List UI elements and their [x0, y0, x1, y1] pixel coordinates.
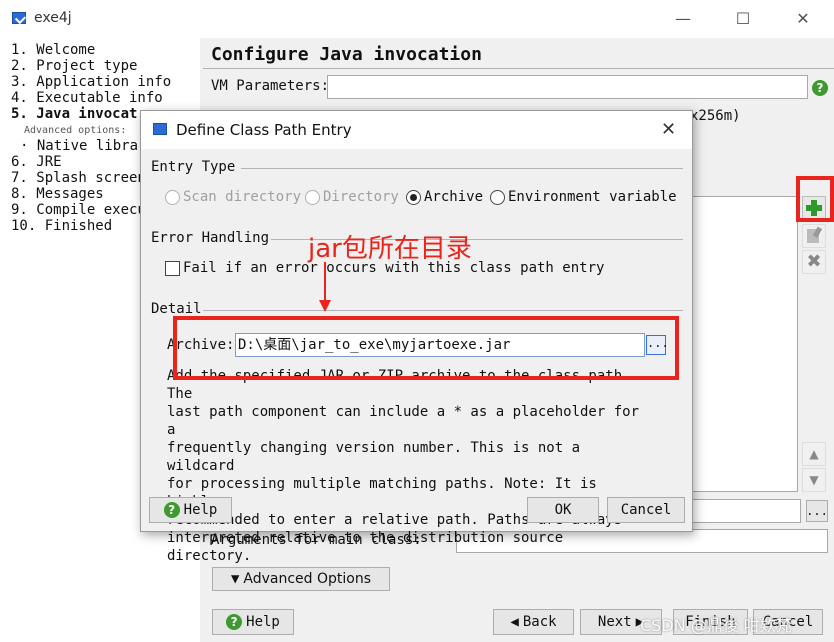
vm-parameters-hint: x256m) — [690, 108, 741, 124]
step-messages[interactable]: 8. Messages — [11, 186, 104, 202]
advanced-options-heading: Advanced options: — [24, 125, 127, 136]
annotation-arrow-icon — [319, 262, 331, 312]
radio-directory: Directory — [305, 189, 399, 205]
radio-scan-directory: Scan directory — [165, 189, 301, 205]
remove-entry-button[interactable]: ✖ — [802, 250, 826, 274]
radio-button — [305, 189, 320, 205]
radio-button — [165, 189, 180, 205]
main-class-input[interactable] — [691, 499, 801, 523]
divider — [241, 168, 683, 169]
dialog-help-button[interactable]: ? Help — [149, 497, 232, 523]
app-title: exe4j — [34, 10, 72, 26]
page-title: Configure Java invocation — [211, 44, 482, 65]
divider — [203, 68, 834, 69]
back-button[interactable]: ◀ Back — [493, 609, 574, 635]
move-down-button[interactable]: ▼ — [802, 468, 826, 492]
move-up-button[interactable]: ▲ — [802, 442, 826, 466]
radio-environment-variable[interactable]: Environment variable — [490, 189, 677, 205]
step-jre[interactable]: 6. JRE — [11, 154, 62, 170]
chevron-down-icon: ▼ — [809, 473, 819, 487]
remove-icon: ✖ — [806, 251, 822, 272]
maximize-button[interactable]: ☐ — [728, 6, 758, 32]
minimize-button[interactable]: — — [668, 6, 698, 32]
dialog-cancel-button[interactable]: Cancel — [607, 497, 685, 523]
radio-button[interactable] — [490, 189, 505, 205]
triangle-left-icon: ◀ — [510, 614, 519, 630]
radio-button[interactable] — [406, 189, 421, 205]
help-icon[interactable]: ? — [812, 80, 828, 96]
help-icon: ? — [163, 502, 180, 518]
chevron-up-icon: ▲ — [809, 447, 819, 461]
step-finished[interactable]: 10. Finished — [11, 218, 112, 234]
step-application-info[interactable]: 3. Application info — [11, 74, 171, 90]
step-compile-executable[interactable]: 9. Compile execu — [11, 202, 146, 218]
app-icon — [12, 12, 26, 24]
triangle-down-icon: ▼ — [230, 571, 240, 587]
detail-title: Detail — [151, 301, 202, 317]
archive-description: Add the specified JAR or ZIP archive to … — [167, 368, 640, 564]
help-icon: ? — [226, 614, 243, 630]
annotation-box-archive — [173, 316, 679, 380]
entry-type-title: Entry Type — [151, 159, 236, 175]
step-native-libraries[interactable]: · Native librar — [20, 138, 146, 154]
dialog-titlebar: Define Class Path Entry ✕ — [141, 111, 692, 149]
step-welcome[interactable]: 1. Welcome — [11, 42, 95, 58]
dialog-close-button[interactable]: ✕ — [661, 119, 676, 140]
close-button[interactable]: ✕ — [788, 6, 818, 32]
ok-button[interactable]: OK — [527, 497, 599, 523]
radio-archive[interactable]: Archive — [406, 189, 483, 205]
edit-icon — [807, 226, 823, 243]
divider — [203, 310, 683, 311]
main-titlebar: exe4j — ☐ ✕ — [0, 0, 834, 38]
step-java-invocation[interactable]: 5. Java invocat — [11, 106, 137, 122]
annotation-label: jar包所在目录 — [308, 234, 472, 264]
step-project-type[interactable]: 2. Project type — [11, 58, 137, 74]
error-handling-title: Error Handling — [151, 230, 270, 246]
step-splash-screen[interactable]: 7. Splash screen — [11, 170, 146, 186]
step-executable-info[interactable]: 4. Executable info — [11, 90, 163, 106]
dialog-title: Define Class Path Entry — [176, 121, 352, 139]
advanced-options-button[interactable]: ▼ Advanced Options — [212, 567, 390, 591]
vm-parameters-label: VM Parameters: — [211, 78, 330, 94]
vm-parameters-input[interactable] — [327, 75, 808, 99]
csdn-watermark: CSDN @鼎後 咁欸梵 — [640, 616, 792, 635]
app-icon — [153, 123, 167, 135]
annotation-box-add — [796, 176, 834, 222]
fail-checkbox[interactable] — [165, 260, 180, 276]
help-button[interactable]: ? Help — [212, 609, 294, 635]
main-class-browse-button[interactable]: ... — [806, 500, 828, 522]
edit-entry-button[interactable] — [802, 224, 826, 248]
